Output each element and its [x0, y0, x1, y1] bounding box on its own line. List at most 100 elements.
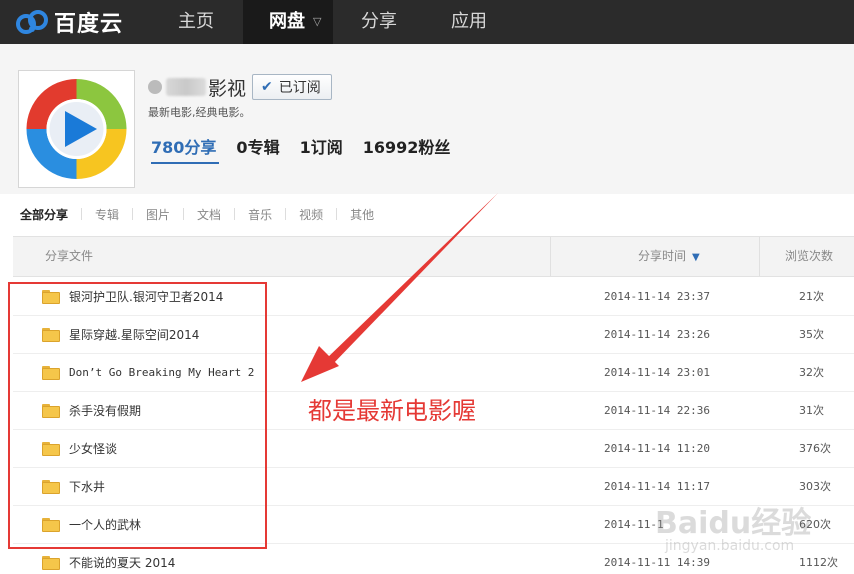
logo-text: 百度云 — [54, 12, 124, 37]
stat-count: 780 — [151, 138, 185, 157]
profile-header: 影视 ✔ 已订阅 最新电影,经典电影。 780分享 0专辑 1订阅 16992粉… — [0, 44, 854, 194]
nav-item-share[interactable]: 分享 — [343, 0, 415, 44]
view-count: 21次 — [799, 290, 824, 303]
avatar[interactable] — [18, 70, 135, 188]
header-share-time[interactable]: 分享时间 ▼ — [638, 237, 700, 276]
header-divider — [759, 237, 760, 276]
folder-icon — [42, 366, 60, 380]
sort-down-icon[interactable]: ▼ — [692, 252, 700, 263]
table-row[interactable]: 不能说的夏天 2014 2014-11-11 14:39 1112次 — [13, 544, 854, 574]
share-time: 2014-11-14 11:20 — [604, 442, 710, 455]
file-name-link[interactable]: 星际穿越.星际空间2014 — [69, 316, 199, 354]
file-name-link[interactable]: Don’t Go Breaking My Heart 2 — [69, 354, 254, 392]
view-count: 31次 — [799, 404, 824, 417]
nav-item-label: 主页 — [178, 11, 214, 32]
stat-shares[interactable]: 780分享 — [151, 134, 216, 158]
folder-icon — [42, 556, 60, 570]
channel-description: 最新电影,经典电影。 — [148, 106, 251, 119]
tab-divider — [81, 208, 83, 220]
chevron-down-icon: ▽ — [313, 15, 322, 28]
stat-label: 订阅 — [310, 138, 343, 157]
table-row[interactable]: 星际穿越.星际空间2014 2014-11-14 23:26 35次 — [13, 316, 854, 354]
subscribed-button[interactable]: ✔ 已订阅 — [252, 74, 332, 100]
tab-divider — [336, 208, 338, 220]
media-player-icon — [26, 79, 127, 179]
nav-item-home[interactable]: 主页 — [160, 0, 232, 44]
annotation-text: 都是最新电影喔 — [308, 397, 476, 425]
channel-name: 影视 — [208, 77, 247, 100]
tab-documents[interactable]: 文档 — [197, 206, 221, 223]
folder-icon — [42, 404, 60, 418]
stat-count: 16992 — [362, 138, 419, 157]
tab-other[interactable]: 其他 — [350, 206, 374, 223]
tab-images[interactable]: 图片 — [146, 206, 170, 223]
table-row[interactable]: 银河护卫队.银河守卫者2014 2014-11-14 23:37 21次 — [13, 278, 854, 316]
view-count: 35次 — [799, 328, 824, 341]
tab-divider — [132, 208, 134, 220]
folder-icon — [42, 518, 60, 532]
folder-icon — [42, 290, 60, 304]
stat-label: 专辑 — [247, 138, 280, 157]
view-count: 303次 — [799, 480, 831, 493]
share-time: 2014-11-14 23:01 — [604, 366, 710, 379]
table-row[interactable]: 一个人的武林 2014-11-1 620次 — [13, 506, 854, 544]
tab-videos[interactable]: 视频 — [299, 206, 323, 223]
folder-icon — [42, 480, 60, 494]
header-share-file: 分享文件 — [45, 249, 94, 263]
share-time: 2014-11-11 14:39 — [604, 556, 710, 569]
nav-item-apps[interactable]: 应用 — [433, 0, 505, 44]
tab-albums[interactable]: 专辑 — [95, 206, 119, 223]
file-name-link[interactable]: 不能说的夏天 2014 — [69, 544, 175, 574]
tab-divider — [285, 208, 287, 220]
stat-count: 1 — [299, 138, 311, 157]
table-row[interactable]: Don’t Go Breaking My Heart 2 2014-11-14 … — [13, 354, 854, 392]
folder-icon — [42, 442, 60, 456]
baidu-cloud-logo-icon — [16, 10, 48, 34]
blurred-name-segment — [166, 78, 206, 96]
share-time: 2014-11-14 22:36 — [604, 404, 710, 417]
top-nav-bar: 百度云 主页 网盘 ▽ 分享 应用 — [0, 0, 854, 44]
channel-icon — [148, 80, 162, 94]
table-row[interactable]: 少女怪谈 2014-11-14 11:20 376次 — [13, 430, 854, 468]
stat-fans[interactable]: 16992粉丝 — [363, 134, 451, 158]
subscribed-button-label: 已订阅 — [278, 80, 321, 96]
channel-name-row: 影视 ✔ 已订阅 — [148, 74, 332, 100]
file-name-link[interactable]: 下水井 — [69, 468, 105, 506]
share-time: 2014-11-1 — [604, 518, 664, 531]
nav-item-label: 应用 — [451, 11, 487, 32]
table-row[interactable]: 下水井 2014-11-14 11:17 303次 — [13, 468, 854, 506]
tab-all-shares[interactable]: 全部分享 — [20, 206, 68, 223]
checkmark-icon: ✔ — [261, 79, 273, 95]
view-count: 1112次 — [799, 556, 838, 569]
folder-icon — [42, 328, 60, 342]
header-divider — [550, 237, 551, 276]
active-stat-underline — [151, 162, 219, 164]
file-name-link[interactable]: 杀手没有假期 — [69, 392, 141, 430]
header-share-time-label: 分享时间 — [638, 249, 687, 263]
tab-music[interactable]: 音乐 — [248, 206, 272, 223]
stat-label: 分享 — [184, 138, 217, 157]
baidu-cloud-logo[interactable]: 百度云 — [14, 4, 123, 40]
nav-item-netdisk[interactable]: 网盘 ▽ — [243, 0, 333, 44]
category-tabs: 全部分享 专辑 图片 文档 音乐 视频 其他 — [20, 205, 374, 223]
tab-divider — [183, 208, 185, 220]
tab-divider — [234, 208, 236, 220]
header-views: 浏览次数 — [785, 249, 834, 263]
view-count: 376次 — [799, 442, 831, 455]
view-count: 620次 — [799, 518, 831, 531]
view-count: 32次 — [799, 366, 824, 379]
stat-count: 0 — [236, 138, 248, 157]
file-table-header: 分享文件 分享时间 ▼ 浏览次数 — [13, 236, 854, 277]
nav-item-label: 分享 — [361, 11, 397, 32]
stat-label: 粉丝 — [418, 138, 451, 157]
stat-albums[interactable]: 0专辑 — [236, 134, 279, 158]
file-name-link[interactable]: 一个人的武林 — [69, 506, 141, 544]
share-time: 2014-11-14 23:26 — [604, 328, 710, 341]
file-name-link[interactable]: 少女怪谈 — [69, 430, 117, 468]
share-time: 2014-11-14 11:17 — [604, 480, 710, 493]
file-name-link[interactable]: 银河护卫队.银河守卫者2014 — [69, 278, 223, 316]
share-time: 2014-11-14 23:37 — [604, 290, 710, 303]
stat-subscriptions[interactable]: 1订阅 — [300, 134, 343, 158]
profile-stats: 780分享 0专辑 1订阅 16992粉丝 — [151, 133, 470, 159]
nav-item-label: 网盘 — [269, 11, 305, 32]
